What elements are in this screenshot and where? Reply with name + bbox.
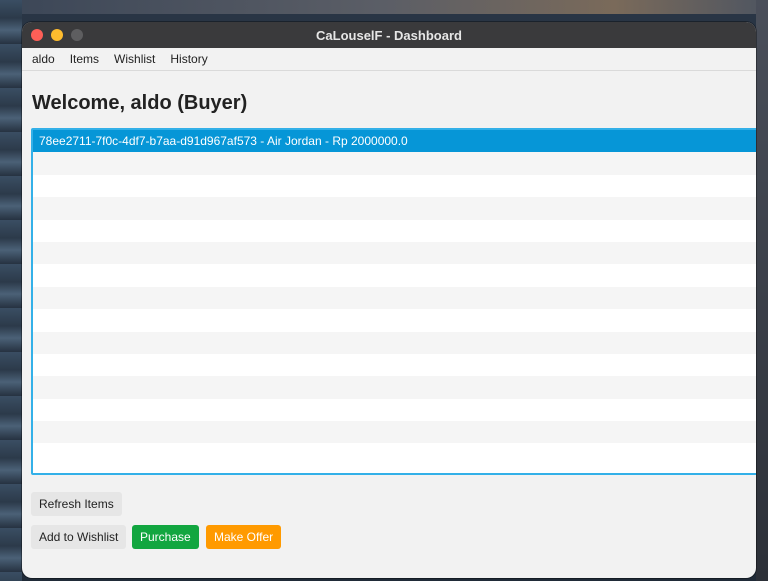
menu-bar: aldo Items Wishlist History — [22, 48, 756, 71]
empty-list-row[interactable] — [33, 309, 756, 331]
empty-list-row[interactable] — [33, 286, 756, 310]
desktop-background-right — [756, 0, 768, 581]
desktop-background-left — [0, 0, 22, 581]
window-title: CaLouselF - Dashboard — [316, 27, 462, 43]
empty-list-row[interactable] — [33, 264, 756, 286]
menu-item-wishlist[interactable]: Wishlist — [114, 52, 155, 66]
purchase-button[interactable]: Purchase — [132, 525, 199, 549]
empty-list-row[interactable] — [33, 399, 756, 421]
empty-list-row[interactable] — [33, 354, 756, 376]
empty-list-row[interactable] — [33, 197, 756, 220]
title-bar: CaLouselF - Dashboard — [22, 22, 756, 48]
empty-list-row[interactable] — [33, 152, 756, 175]
close-window-icon[interactable] — [31, 29, 43, 41]
add-to-wishlist-button[interactable]: Add to Wishlist — [31, 525, 127, 549]
empty-list-row[interactable] — [33, 175, 756, 197]
zoom-window-icon[interactable] — [71, 29, 83, 41]
app-window: CaLouselF - Dashboard aldo Items Wishlis… — [22, 22, 756, 578]
window-controls — [31, 29, 83, 41]
empty-list-row[interactable] — [33, 376, 756, 399]
empty-list-row[interactable] — [33, 421, 756, 444]
page-title: Welcome, aldo (Buyer) — [32, 92, 248, 114]
desktop-background-top — [0, 0, 768, 14]
empty-list-row[interactable] — [33, 241, 756, 265]
refresh-items-button[interactable]: Refresh Items — [31, 492, 122, 516]
list-item[interactable]: 78ee2711-7f0c-4df7-b7aa-d91d967af573 - A… — [33, 130, 756, 153]
minimize-window-icon[interactable] — [51, 29, 63, 41]
menu-item-items[interactable]: Items — [70, 52, 99, 66]
empty-list-row[interactable] — [33, 331, 756, 354]
empty-list-row[interactable] — [33, 220, 756, 242]
menu-item-aldo[interactable]: aldo — [32, 52, 55, 66]
items-list[interactable]: 78ee2711-7f0c-4df7-b7aa-d91d967af573 - A… — [31, 128, 756, 475]
menu-item-history[interactable]: History — [170, 52, 207, 66]
make-offer-button[interactable]: Make Offer — [206, 525, 282, 549]
empty-list-row[interactable] — [33, 443, 756, 465]
